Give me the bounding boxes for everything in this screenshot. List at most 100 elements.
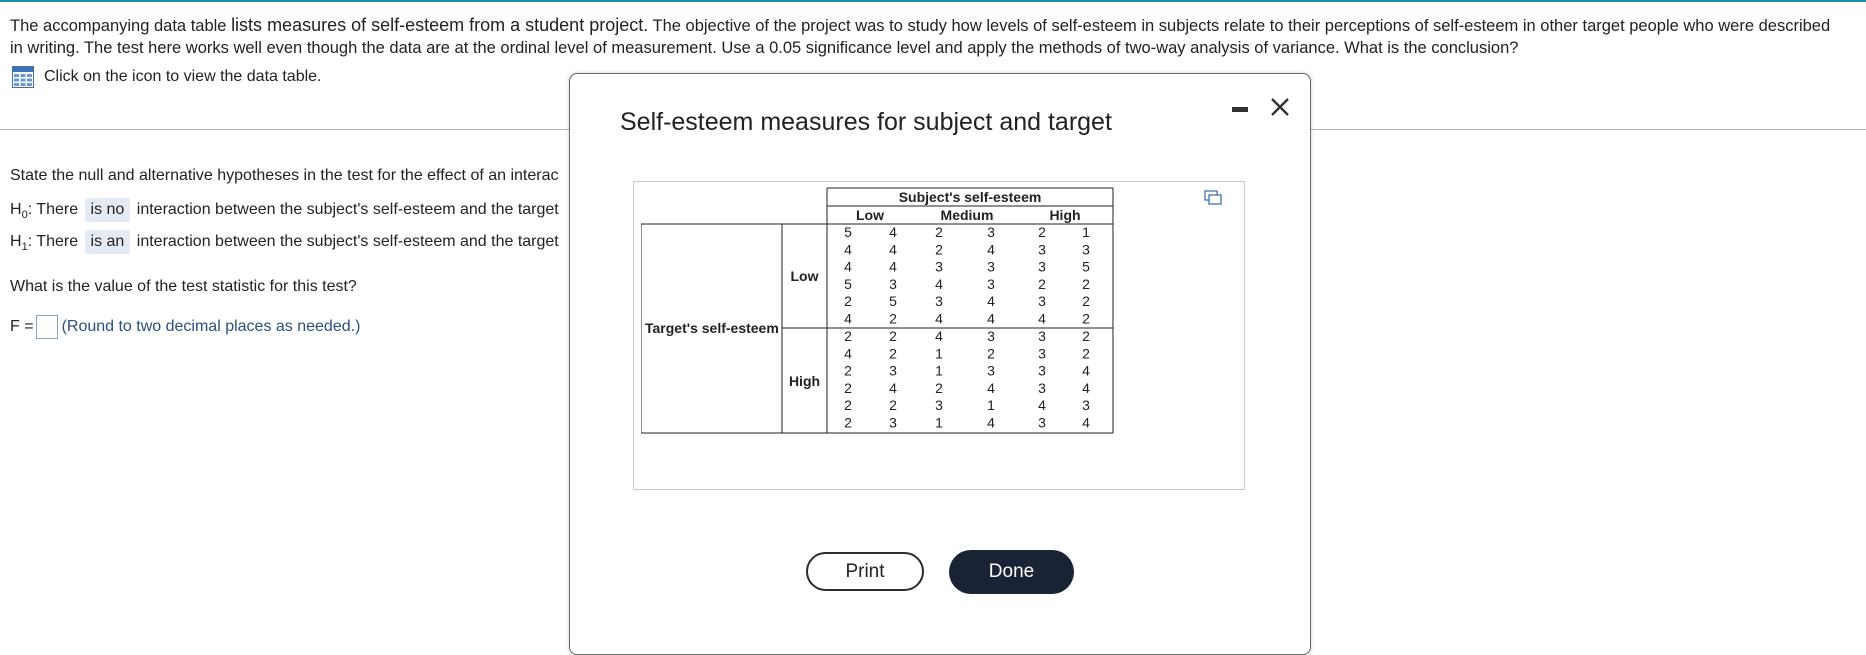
table-cell-high: 2 bbox=[1082, 345, 1090, 361]
h0-rest: interaction between the subject's self-e… bbox=[132, 201, 559, 218]
table-cell-high: 2 bbox=[1082, 328, 1090, 344]
minimize-icon[interactable] bbox=[1232, 107, 1248, 112]
table-cell-high: 4 bbox=[1082, 363, 1090, 379]
h1-lead: : There bbox=[27, 233, 83, 250]
table-cell-high: 3 bbox=[1038, 363, 1046, 379]
table-cell-low: 3 bbox=[1038, 293, 1046, 309]
table-cell-high: 4 bbox=[1082, 380, 1090, 396]
table-cell-high: 3 bbox=[935, 397, 943, 413]
h0-choice-dropdown[interactable]: is no bbox=[84, 198, 131, 222]
subject-level-high: High bbox=[1049, 207, 1080, 223]
table-cell-low: 2 bbox=[844, 293, 852, 309]
table-cell-high: 3 bbox=[889, 363, 897, 379]
target-level-low: Low bbox=[791, 268, 819, 284]
table-cell-high: 4 bbox=[1038, 397, 1046, 413]
table-cell-low: 2 bbox=[935, 241, 943, 257]
table-cell-low: 2 bbox=[889, 311, 897, 327]
table-cell-high: 4 bbox=[935, 328, 943, 344]
table-cell-low: 3 bbox=[987, 224, 995, 240]
table-cell-low: 4 bbox=[889, 241, 897, 257]
null-hypothesis: H0: There is no interaction between the … bbox=[10, 198, 559, 222]
table-cell-high: 4 bbox=[987, 415, 995, 431]
table-cell-low: 3 bbox=[1038, 259, 1046, 275]
table-cell-low: 2 bbox=[1082, 276, 1090, 292]
table-cell-low: 4 bbox=[1038, 311, 1046, 327]
table-cell-low: 1 bbox=[1082, 224, 1090, 240]
table-cell-low: 2 bbox=[1038, 276, 1046, 292]
table-cell-low: 2 bbox=[1082, 311, 1090, 327]
table-cell-high: 1 bbox=[935, 363, 943, 379]
print-button[interactable]: Print bbox=[806, 552, 924, 591]
table-cell-low: 4 bbox=[844, 259, 852, 275]
table-cell-high: 2 bbox=[844, 328, 852, 344]
table-cell-low: 3 bbox=[889, 276, 897, 292]
alternative-hypothesis: H1: There is an interaction between the … bbox=[10, 230, 559, 254]
table-cell-high: 2 bbox=[987, 345, 995, 361]
table-cell-low: 3 bbox=[1038, 241, 1046, 257]
table-cell-high: 4 bbox=[889, 380, 897, 396]
answer-row: F = (Round to two decimal places as neede… bbox=[10, 315, 360, 339]
top-accent-line bbox=[0, 0, 1866, 2]
table-cell-low: 5 bbox=[844, 224, 852, 240]
table-cell-high: 1 bbox=[987, 397, 995, 413]
data-table-link[interactable]: Click on the icon to view the data table… bbox=[12, 66, 322, 88]
table-cell-low: 4 bbox=[889, 259, 897, 275]
question-part-2: lists measures of self-esteem from a stu… bbox=[231, 15, 649, 35]
rounding-hint: (Round to two decimal places as needed.) bbox=[61, 318, 361, 336]
subject-level-low: Low bbox=[856, 207, 884, 223]
table-cell-low: 5 bbox=[889, 293, 897, 309]
table-cell-low: 4 bbox=[935, 311, 943, 327]
done-button[interactable]: Done bbox=[949, 550, 1074, 594]
table-cell-high: 2 bbox=[844, 415, 852, 431]
h1-choice-dropdown[interactable]: is an bbox=[84, 230, 131, 254]
table-cell-low: 2 bbox=[1038, 224, 1046, 240]
table-cell-high: 3 bbox=[987, 328, 995, 344]
table-cell-low: 4 bbox=[844, 311, 852, 327]
question-text: The accompanying data table lists measur… bbox=[10, 14, 1840, 59]
table-cell-low: 2 bbox=[1082, 293, 1090, 309]
f-answer-input[interactable] bbox=[35, 315, 58, 339]
table-cell-high: 1 bbox=[935, 415, 943, 431]
target-header: Target's self-esteem bbox=[645, 320, 779, 336]
table-cell-high: 3 bbox=[1038, 415, 1046, 431]
self-esteem-data-table: Subject's self-esteem Low Medium High Target… bbox=[641, 187, 1114, 434]
h1-symbol: H bbox=[10, 233, 22, 250]
table-cell-low: 5 bbox=[1082, 259, 1090, 275]
table-cell-low: 4 bbox=[844, 241, 852, 257]
table-cell-high: 1 bbox=[935, 345, 943, 361]
f-label: F = bbox=[10, 318, 34, 336]
hypotheses-prompt: State the null and alternative hypothese… bbox=[10, 167, 559, 184]
table-cell-high: 2 bbox=[889, 328, 897, 344]
table-cell-high: 3 bbox=[1082, 397, 1090, 413]
table-cell-high: 4 bbox=[844, 345, 852, 361]
table-cell-low: 4 bbox=[935, 276, 943, 292]
table-cell-low: 2 bbox=[935, 224, 943, 240]
table-cell-low: 3 bbox=[1082, 241, 1090, 257]
table-cell-low: 4 bbox=[987, 311, 995, 327]
table-cell-low: 5 bbox=[844, 276, 852, 292]
subject-level-medium: Medium bbox=[941, 207, 994, 223]
table-cell-high: 3 bbox=[987, 363, 995, 379]
close-icon[interactable] bbox=[1265, 92, 1295, 122]
table-cell-low: 4 bbox=[987, 293, 995, 309]
table-cell-high: 3 bbox=[1038, 328, 1046, 344]
target-level-high: High bbox=[789, 373, 820, 389]
table-cell-low: 3 bbox=[987, 276, 995, 292]
table-cell-high: 2 bbox=[844, 397, 852, 413]
table-cell-low: 4 bbox=[889, 224, 897, 240]
table-cell-high: 2 bbox=[889, 397, 897, 413]
table-cell-high: 3 bbox=[1038, 380, 1046, 396]
table-cell-low: 4 bbox=[987, 241, 995, 257]
table-icon[interactable] bbox=[12, 66, 34, 88]
h0-lead: : There bbox=[27, 201, 83, 218]
data-table-link-label[interactable]: Click on the icon to view the data table… bbox=[44, 68, 322, 86]
table-cell-low: 3 bbox=[987, 259, 995, 275]
table-cell-high: 2 bbox=[844, 363, 852, 379]
table-cell-low: 3 bbox=[935, 259, 943, 275]
h0-symbol: H bbox=[10, 201, 22, 218]
table-cell-high: 4 bbox=[987, 380, 995, 396]
table-cell-high: 2 bbox=[844, 380, 852, 396]
dialog-title: Self-esteem measures for subject and tar… bbox=[620, 108, 1112, 136]
test-statistic-prompt: What is the value of the test statistic … bbox=[10, 278, 357, 295]
question-part-1: The accompanying data table bbox=[10, 17, 232, 35]
